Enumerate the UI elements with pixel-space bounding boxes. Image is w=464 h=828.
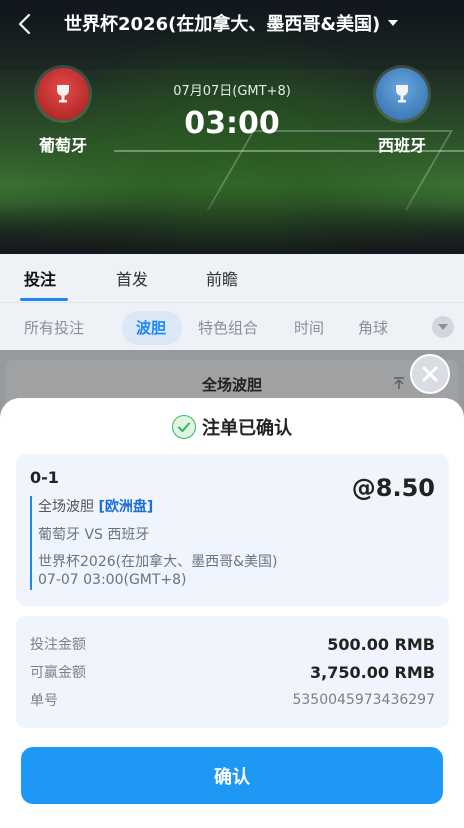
tab-bet[interactable]: 投注 <box>24 266 56 290</box>
home-team-badge <box>37 68 89 120</box>
bet-market: 全场波胆 [欧洲盘] <box>38 496 153 516</box>
bet-details-card: 0-1 @8.50 全场波胆 [欧洲盘] 葡萄牙 VS 西班牙 世界杯2026(… <box>16 454 449 606</box>
market-name: 全场波胆 <box>38 499 94 515</box>
win-value: 3,750.00 RMB <box>310 662 435 682</box>
subtab-time[interactable]: 时间 <box>294 317 324 338</box>
back-arrow-icon[interactable] <box>14 12 38 36</box>
header-shade <box>0 184 464 254</box>
bet-confirmation-sheet: 注单已确认 0-1 @8.50 全场波胆 [欧洲盘] 葡萄牙 VS 西班牙 世界… <box>0 398 464 828</box>
league-selector[interactable]: 世界杯2026(在加拿大、墨西哥&美国) <box>64 10 399 36</box>
ticket-label: 单号 <box>30 693 58 709</box>
main-tabs: 投注 首发 前瞻 <box>0 254 464 302</box>
home-team: 葡萄牙 <box>13 68 113 156</box>
away-team-name: 西班牙 <box>377 136 426 155</box>
match-header: 世界杯2026(在加拿大、墨西哥&美国) 葡萄牙 07月07日(GMT+8) 0… <box>0 0 464 254</box>
win-label: 可赢金额 <box>30 665 86 681</box>
subtab-special-combo[interactable]: 特色组合 <box>198 317 258 338</box>
home-team-name: 葡萄牙 <box>38 136 87 155</box>
bet-selection: 0-1 <box>30 468 59 487</box>
subtab-all-bets[interactable]: 所有投注 <box>24 317 84 338</box>
market-tag: [欧洲盘] <box>98 499 154 515</box>
stake-label: 投注金额 <box>30 637 86 653</box>
away-team-badge <box>376 68 428 120</box>
bet-kickoff: 07-07 03:00(GMT+8) <box>38 572 187 588</box>
ticket-number: 5350045973436297 <box>292 692 435 708</box>
detail-accent-bar <box>30 496 32 590</box>
close-button[interactable] <box>410 354 450 394</box>
active-tab-indicator <box>20 298 68 301</box>
trophy-icon <box>396 85 408 103</box>
bet-odds: @8.50 <box>351 474 435 502</box>
trophy-icon <box>57 85 69 103</box>
win-row: 可赢金额 3,750.00 RMB <box>30 662 435 682</box>
confirmation-header: 注单已确认 <box>0 414 464 440</box>
subtab-corners[interactable]: 角球 <box>358 317 388 338</box>
league-title: 世界杯2026(在加拿大、墨西哥&美国) <box>64 14 381 35</box>
market-tabs: 所有投注 波胆 特色组合 时间 角球 <box>0 302 464 350</box>
bet-teams: 葡萄牙 VS 西班牙 <box>38 527 150 543</box>
check-icon <box>172 415 196 439</box>
match-time: 03:00 <box>184 106 280 141</box>
confirm-button[interactable]: 确认 <box>21 747 443 804</box>
close-icon <box>422 366 438 382</box>
ticket-row: 单号 5350045973436297 <box>30 690 435 710</box>
away-team: 西班牙 <box>352 68 452 156</box>
tab-preview[interactable]: 前瞻 <box>206 266 238 290</box>
caret-down-icon <box>388 20 399 26</box>
stake-value: 500.00 RMB <box>327 634 435 654</box>
bet-league: 世界杯2026(在加拿大、墨西哥&美国) <box>38 554 278 570</box>
subtab-correct-score[interactable]: 波胆 <box>136 317 166 338</box>
bet-amounts-card: 投注金额 500.00 RMB 可赢金额 3,750.00 RMB 单号 535… <box>16 616 449 728</box>
confirmation-status: 注单已确认 <box>202 418 292 439</box>
top-bar: 世界杯2026(在加拿大、墨西哥&美国) <box>0 0 464 48</box>
tab-lineup[interactable]: 首发 <box>116 266 148 290</box>
stake-row: 投注金额 500.00 RMB <box>30 634 435 654</box>
confirm-button-label: 确认 <box>214 766 250 788</box>
match-date: 07月07日(GMT+8) <box>173 84 291 99</box>
expand-tabs-icon[interactable] <box>432 316 454 338</box>
